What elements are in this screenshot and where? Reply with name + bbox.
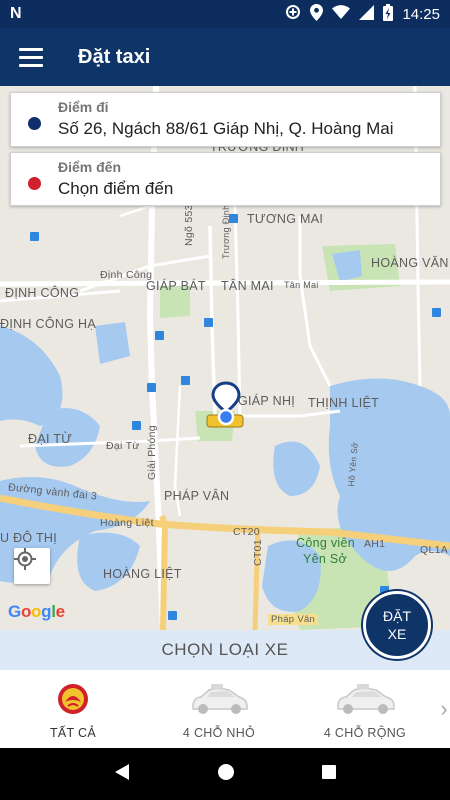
- road: [298, 216, 332, 387]
- my-location-button[interactable]: [14, 548, 50, 584]
- road: [233, 205, 242, 417]
- bus-stop-marker: [155, 331, 164, 340]
- map-label: AH1: [364, 538, 386, 550]
- chevron-right-icon[interactable]: ›: [438, 670, 450, 748]
- tab-wide-4-seat[interactable]: 4 CHỖ RỘNG: [292, 670, 438, 748]
- app-bar: Đặt taxi: [0, 28, 450, 86]
- map-label: Ngõ 553: [183, 204, 195, 246]
- google-logo: Google: [8, 602, 65, 621]
- map-label: ĐỊNH CÔNG: [5, 286, 80, 300]
- road: [119, 204, 151, 218]
- clock-time: 14:25: [402, 5, 440, 23]
- car-type-tabs: TẤT CẢ 4 CHỖ NHỎ 4 CHỖ RỘNG ›: [0, 670, 450, 748]
- map-label: ĐỊNH CÔNG HẠ: [0, 317, 96, 331]
- map-label: Pháp Vân: [268, 614, 319, 625]
- dropoff-label: Điểm đến: [58, 159, 122, 175]
- current-position-dot: [217, 408, 235, 426]
- book-button-line2: XE: [387, 626, 407, 642]
- hamburger-icon-line: [19, 63, 43, 67]
- hamburger-icon-line: [19, 55, 43, 59]
- bus-stop-marker: [181, 376, 190, 385]
- map-label: THỊNH LIỆT: [308, 396, 380, 410]
- battery-charging-icon: [383, 3, 394, 25]
- map-label: PHÁP VÂN: [164, 489, 230, 503]
- map-label: TƯƠNG MAI: [247, 212, 324, 226]
- bus-stop-marker: [168, 611, 177, 620]
- map-label: HOÀNG LIỆT: [103, 567, 182, 581]
- map-label: Tân Mai: [284, 280, 319, 290]
- back-icon[interactable]: [113, 763, 131, 786]
- map-label: Định Công: [100, 269, 153, 281]
- bus-stop-marker: [30, 232, 39, 241]
- map-label: Yên Sở: [303, 552, 348, 566]
- pickup-address-card[interactable]: Điểm đi Số 26, Ngách 88/61 Giáp Nhị, Q. …: [10, 92, 441, 147]
- location-icon: [310, 3, 324, 25]
- menu-button[interactable]: [0, 28, 62, 86]
- home-icon[interactable]: [217, 763, 235, 786]
- pickup-dot-icon: [28, 117, 41, 130]
- bus-stop-marker: [132, 421, 141, 430]
- wide-car-icon: [337, 684, 395, 714]
- bus-stop-marker: [432, 308, 441, 317]
- map-label: Công viên: [296, 536, 355, 550]
- map-label: TÂN MAI: [221, 279, 274, 293]
- map-label: ĐẠI TỪ: [28, 432, 73, 446]
- map-view[interactable]: TRƯỜNG ĐỊNH TƯƠNG MAI HOÀNG VĂN THỤ Định…: [0, 86, 450, 630]
- map-label: GIÁP BÁT: [146, 279, 206, 293]
- dropoff-address-card[interactable]: Điểm đến Chọn điểm đến: [10, 152, 441, 206]
- pickup-address-value: Số 26, Ngách 88/61 Giáp Nhị, Q. Hoàng Ma…: [58, 119, 394, 138]
- road: [240, 409, 341, 418]
- tab-label: TẤT CẢ: [49, 726, 97, 740]
- dropoff-placeholder: Chọn điểm đến: [58, 179, 174, 198]
- system-nav-bar: [0, 748, 450, 800]
- recents-icon[interactable]: [321, 764, 337, 785]
- lake: [95, 322, 130, 364]
- tab-all[interactable]: TẤT CẢ: [0, 670, 146, 748]
- book-button-line1: ĐẶT: [383, 608, 411, 624]
- taxi-logo-icon: [58, 684, 88, 714]
- bus-stop-marker: [204, 318, 213, 327]
- map-label: GIÁP NHỊ: [238, 394, 296, 408]
- map-label: Hoàng Liệt: [100, 517, 154, 529]
- page-title: Đặt taxi: [78, 45, 151, 68]
- map-label: Trương Định: [221, 204, 231, 259]
- signal-icon: [359, 4, 375, 24]
- map-label: Giải Phóng: [146, 425, 158, 480]
- book-car-button[interactable]: ĐẶT XE: [363, 591, 431, 659]
- lake: [273, 441, 320, 496]
- crosshair-icon: [14, 548, 36, 570]
- bus-stop-marker: [147, 383, 156, 392]
- map-label: U ĐÔ THỊ: [0, 531, 58, 545]
- dropoff-dot-icon: [28, 177, 41, 190]
- small-car-icon: [192, 684, 248, 714]
- notification-app-icon: N: [10, 5, 22, 22]
- hamburger-icon-line: [19, 47, 43, 51]
- map-label: CT01: [252, 539, 264, 566]
- map-label: CT20: [233, 526, 260, 538]
- map-label: Đại Từ: [106, 440, 140, 452]
- pickup-label: Điểm đi: [58, 99, 109, 115]
- wifi-icon: [332, 5, 351, 23]
- data-saver-icon: [285, 4, 301, 24]
- tab-label: 4 CHỖ RỘNG: [323, 726, 407, 740]
- map-label: QL1A: [420, 544, 449, 556]
- status-bar: N 14:25: [0, 0, 450, 28]
- tab-label: 4 CHỖ NHỎ: [182, 726, 256, 740]
- lake: [77, 532, 140, 591]
- pickup-pin-icon: [211, 381, 241, 414]
- map-label: HOÀNG VĂN THỤ: [371, 256, 450, 270]
- tab-small-4-seat[interactable]: 4 CHỖ NHỎ: [146, 670, 292, 748]
